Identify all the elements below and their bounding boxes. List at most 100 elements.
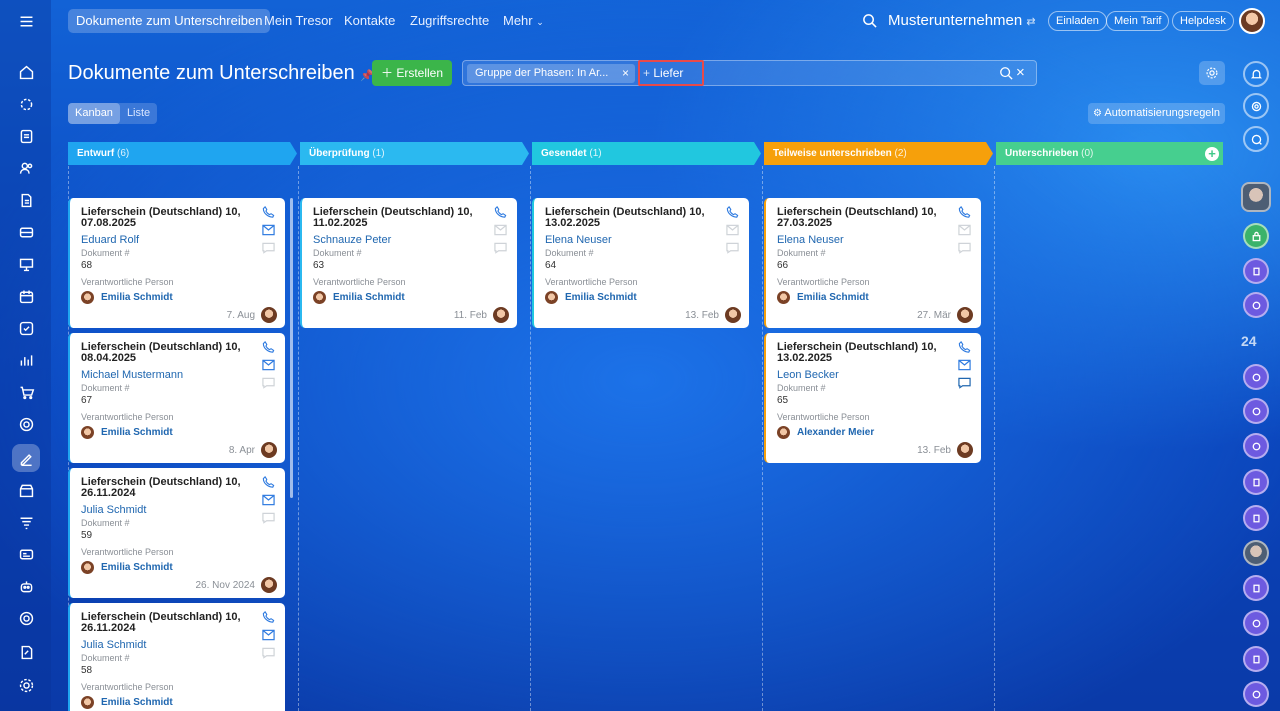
calendar-icon[interactable]: [12, 282, 40, 310]
card-client[interactable]: Elena Neuser: [545, 234, 612, 246]
card-client[interactable]: Julia Schmidt: [81, 639, 146, 651]
card-avatar[interactable]: [957, 442, 973, 458]
phone-icon[interactable]: [958, 205, 971, 218]
chat-icon[interactable]: [1243, 646, 1269, 672]
card-avatar[interactable]: [261, 307, 277, 323]
home-icon[interactable]: [12, 58, 40, 86]
contact-avatar[interactable]: [1241, 182, 1271, 212]
copilot-chat-icon[interactable]: [1243, 610, 1269, 636]
clear-icon[interactable]: ×: [1016, 64, 1025, 82]
chat-bubble-icon[interactable]: [262, 511, 275, 524]
chat-icon[interactable]: [1243, 258, 1269, 284]
responsible-person[interactable]: Emilia Schmidt: [101, 697, 173, 708]
copilot-chat-icon[interactable]: [1243, 364, 1269, 390]
filter-chip[interactable]: Gruppe der Phasen: In Ar... ×: [467, 64, 635, 83]
robot-icon[interactable]: [12, 572, 40, 600]
inbox-icon[interactable]: [12, 218, 40, 246]
invite-button[interactable]: Einladen: [1048, 11, 1107, 31]
mail-icon[interactable]: [262, 628, 275, 641]
presentation-icon[interactable]: [12, 250, 40, 278]
card-title[interactable]: Lieferschein (Deutschland) 10, 08.04.202…: [81, 342, 251, 364]
chat-bubble-icon[interactable]: [958, 376, 971, 389]
document-card[interactable]: Lieferschein (Deutschland) 10, 13.02.202…: [764, 333, 981, 463]
stage-signed[interactable]: Unterschrieben (0): [996, 142, 1223, 165]
helpdesk-button[interactable]: Helpdesk: [1172, 11, 1234, 31]
card-title[interactable]: Lieferschein (Deutschland) 10, 26.11.202…: [81, 477, 251, 499]
chat-icon[interactable]: [1243, 469, 1269, 495]
automation-rules-button[interactable]: ⚙ Automatisierungsregeln: [1088, 103, 1225, 124]
card-title[interactable]: Lieferschein (Deutschland) 10, 13.02.202…: [545, 207, 715, 229]
tariff-button[interactable]: Mein Tarif: [1106, 11, 1170, 31]
card-icon[interactable]: [12, 540, 40, 568]
phone-icon[interactable]: [262, 475, 275, 488]
chat-search-icon[interactable]: [1243, 126, 1269, 152]
settings-button[interactable]: [1199, 61, 1225, 85]
filter-icon[interactable]: [12, 508, 40, 536]
card-avatar[interactable]: [493, 307, 509, 323]
phone-icon[interactable]: [262, 340, 275, 353]
users-icon[interactable]: [12, 154, 40, 182]
card-title[interactable]: Lieferschein (Deutschland) 10, 27.03.202…: [777, 207, 947, 229]
document-card[interactable]: Lieferschein (Deutschland) 10, 13.02.202…: [532, 198, 749, 328]
tab-access-rights[interactable]: Zugriffsrechte: [402, 9, 497, 33]
cart-icon[interactable]: [12, 378, 40, 406]
store-icon[interactable]: [12, 476, 40, 504]
chat-bubble-icon[interactable]: [726, 241, 739, 254]
responsible-person[interactable]: Emilia Schmidt: [101, 292, 173, 303]
responsible-person[interactable]: Emilia Schmidt: [101, 562, 173, 573]
chat-bubble-icon[interactable]: [262, 241, 275, 254]
phone-icon[interactable]: [262, 610, 275, 623]
card-title[interactable]: Lieferschein (Deutschland) 10, 13.02.202…: [777, 342, 947, 364]
view-kanban[interactable]: Kanban: [68, 103, 120, 124]
company-name[interactable]: Musterunternehmen ⇄: [888, 12, 1036, 29]
responsible-person[interactable]: Emilia Schmidt: [797, 292, 869, 303]
tab-documents-to-sign[interactable]: Dokumente zum Unterschreiben: [68, 9, 271, 33]
gear-icon[interactable]: [12, 671, 40, 699]
mail-icon[interactable]: [262, 358, 275, 371]
card-title[interactable]: Lieferschein (Deutschland) 10, 07.08.202…: [81, 207, 251, 229]
filter-search-box[interactable]: Gruppe der Phasen: In Ar... × ×: [462, 60, 1037, 86]
document-card[interactable]: Lieferschein (Deutschland) 10, 27.03.202…: [764, 198, 981, 328]
document-card[interactable]: Lieferschein (Deutschland) 10, 11.02.202…: [300, 198, 517, 328]
close-icon[interactable]: ×: [622, 64, 629, 83]
document-card[interactable]: Lieferschein (Deutschland) 10, 26.11.202…: [68, 468, 285, 598]
card-client[interactable]: Schnauze Peter: [313, 234, 391, 246]
bitrix24-counter[interactable]: 24: [1241, 333, 1257, 349]
tab-my-vault[interactable]: Mein Tresor: [256, 9, 341, 33]
user-avatar[interactable]: [1239, 8, 1265, 34]
document-icon[interactable]: [12, 122, 40, 150]
mail-icon[interactable]: [958, 358, 971, 371]
card-client[interactable]: Julia Schmidt: [81, 504, 146, 516]
stage-sent[interactable]: Gesendet (1): [532, 142, 761, 165]
responsible-person[interactable]: Alexander Meier: [797, 427, 874, 438]
responsible-person[interactable]: Emilia Schmidt: [333, 292, 405, 303]
chat-icon[interactable]: [1243, 505, 1269, 531]
bell-icon[interactable]: [1243, 61, 1269, 87]
card-client[interactable]: Leon Becker: [777, 369, 839, 381]
phone-icon[interactable]: [262, 205, 275, 218]
chat-bubble-icon[interactable]: [262, 376, 275, 389]
phone-icon[interactable]: [494, 205, 507, 218]
search-input[interactable]: + Liefer: [638, 60, 704, 86]
edit-doc-icon[interactable]: [12, 638, 40, 666]
lock-icon[interactable]: [1243, 223, 1269, 249]
copilot-chat-icon[interactable]: [1243, 681, 1269, 707]
document-card[interactable]: Lieferschein (Deutschland) 10, 26.11.202…: [68, 603, 285, 711]
card-title[interactable]: Lieferschein (Deutschland) 10, 11.02.202…: [313, 207, 483, 229]
target-icon[interactable]: [12, 410, 40, 438]
mail-icon[interactable]: [726, 223, 739, 236]
phone-icon[interactable]: [958, 340, 971, 353]
copilot-icon[interactable]: [1243, 93, 1269, 119]
contact-avatar[interactable]: [1243, 540, 1269, 566]
copilot-chat-icon[interactable]: [1243, 292, 1269, 318]
support-icon[interactable]: [12, 604, 40, 632]
card-client[interactable]: Elena Neuser: [777, 234, 844, 246]
add-stage-icon[interactable]: +: [1205, 147, 1219, 161]
card-title[interactable]: Lieferschein (Deutschland) 10, 26.11.202…: [81, 612, 251, 634]
document-card[interactable]: Lieferschein (Deutschland) 10, 08.04.202…: [68, 333, 285, 463]
menu-icon[interactable]: [12, 7, 40, 35]
stage-partially-signed[interactable]: Teilweise unterschrieben (2): [764, 142, 993, 165]
copilot-chat-icon[interactable]: [1243, 398, 1269, 424]
card-avatar[interactable]: [725, 307, 741, 323]
chat-bubble-icon[interactable]: [262, 646, 275, 659]
